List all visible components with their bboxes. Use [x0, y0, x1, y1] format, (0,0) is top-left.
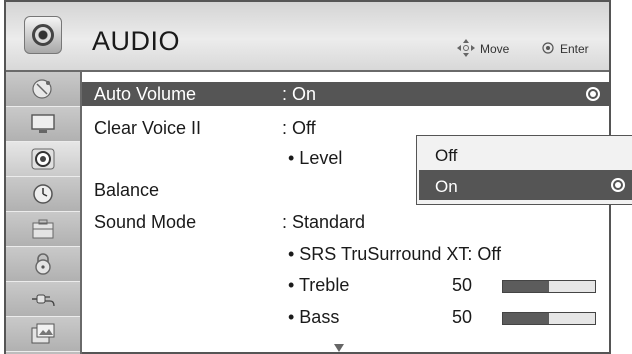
- satellite-dish-icon: [32, 79, 52, 99]
- menu-header: AUDIO Move Enter: [6, 2, 609, 72]
- clear-voice-label[interactable]: Clear Voice II: [94, 118, 201, 139]
- auto-volume-value: : On: [282, 84, 317, 104]
- sound-mode-label[interactable]: Sound Mode: [94, 212, 196, 233]
- page-title: AUDIO: [92, 26, 181, 56]
- srs-trusurround-setting[interactable]: • SRS TruSurround XT: Off: [288, 244, 501, 265]
- lock-icon: [35, 253, 51, 275]
- move-arrows-icon: [457, 39, 475, 57]
- treble-slider-fill: [503, 281, 549, 292]
- radio-selected-icon: [611, 178, 625, 192]
- sidebar-item-lock[interactable]: [6, 247, 80, 282]
- settings-list: Auto Volume : On Clear Voice II : Off • …: [82, 72, 609, 354]
- bass-label[interactable]: • Bass: [288, 307, 339, 328]
- radio-selected-icon: [586, 87, 600, 101]
- popup-option-on[interactable]: On: [419, 170, 632, 200]
- input-plug-icon: [32, 294, 55, 307]
- treble-label[interactable]: • Treble: [288, 275, 349, 296]
- bass-value: 50: [452, 307, 473, 327]
- sound-mode-value: : Standard: [282, 212, 366, 232]
- treble-slider[interactable]: [502, 280, 596, 293]
- sidebar-item-channel[interactable]: [6, 72, 80, 107]
- bass-slider-fill: [503, 313, 549, 324]
- popup-option-off[interactable]: Off: [419, 139, 632, 169]
- treble-value: 50: [452, 275, 473, 295]
- clear-voice-value: : Off: [282, 118, 316, 138]
- enter-button-icon: [542, 42, 554, 54]
- popup-option-label: On: [435, 177, 458, 196]
- speaker-icon: [24, 16, 62, 54]
- scroll-down-arrow-icon[interactable]: [334, 344, 344, 352]
- category-sidebar: [6, 72, 82, 354]
- hint-enter-label: Enter: [560, 42, 589, 56]
- audio-menu-window: AUDIO Move Enter Auto Volume: On Clear …: [4, 0, 632, 354]
- bass-slider[interactable]: [502, 312, 596, 325]
- tv-monitor-icon: [31, 114, 55, 133]
- toolbox-icon: [32, 219, 54, 239]
- on-off-popup: Off On: [416, 135, 632, 205]
- sidebar-item-picture[interactable]: [6, 107, 80, 142]
- balance-label[interactable]: Balance: [94, 180, 159, 201]
- sidebar-item-audio[interactable]: [6, 142, 80, 177]
- sidebar-item-usb[interactable]: [6, 317, 80, 352]
- clock-icon: [33, 184, 53, 204]
- photo-icon: [31, 323, 55, 344]
- hint-move-label: Move: [480, 42, 510, 56]
- popup-option-label: Off: [435, 146, 458, 165]
- sidebar-item-time[interactable]: [6, 177, 80, 212]
- auto-volume-label[interactable]: Auto Volume: [94, 84, 196, 105]
- level-label[interactable]: • Level: [288, 148, 342, 169]
- sidebar-item-option[interactable]: [6, 212, 80, 247]
- speaker-icon: [31, 148, 55, 170]
- sidebar-item-input[interactable]: [6, 282, 80, 317]
